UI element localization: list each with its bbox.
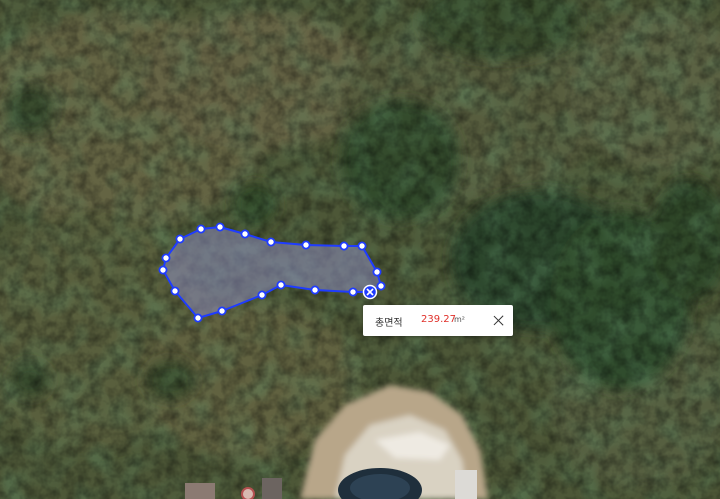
area-unit: m² xyxy=(454,315,465,324)
total-area-value: 239.27 xyxy=(421,314,456,325)
vertex-handle-icon[interactable] xyxy=(310,285,320,295)
vertex-handle-icon[interactable] xyxy=(240,229,250,239)
map-view[interactable]: 총면적 239.27 m² xyxy=(0,0,720,499)
vertex-handle-icon[interactable] xyxy=(276,280,286,290)
vertex-handle-icon[interactable] xyxy=(217,306,227,316)
vertex-handle-icon[interactable] xyxy=(266,237,276,247)
vertex-handle-icon[interactable] xyxy=(372,267,382,277)
close-icon[interactable] xyxy=(492,314,505,327)
vertex-handle-icon[interactable] xyxy=(193,313,203,323)
vertex-handle-icon[interactable] xyxy=(257,290,267,300)
vertex-handle-icon[interactable] xyxy=(158,265,168,275)
vertex-handle-icon[interactable] xyxy=(301,240,311,250)
vertex-handle-icon[interactable] xyxy=(348,287,358,297)
total-area-label: 총면적 xyxy=(375,318,403,329)
vertex-handle-icon[interactable] xyxy=(175,234,185,244)
vertex-handle-icon[interactable] xyxy=(170,286,180,296)
vertex-handle-icon[interactable] xyxy=(196,224,206,234)
area-measurement-popup: 총면적 239.27 m² xyxy=(363,305,513,336)
measurement-overlay xyxy=(158,222,386,323)
vertex-handle-icon[interactable] xyxy=(339,241,349,251)
vertex-handle-icon[interactable] xyxy=(376,281,386,291)
vertex-handle-icon[interactable] xyxy=(215,222,225,232)
vertex-handle-icon[interactable] xyxy=(357,241,367,251)
vertex-handle-icon[interactable] xyxy=(161,253,171,263)
delete-vertex-icon[interactable] xyxy=(362,284,378,300)
